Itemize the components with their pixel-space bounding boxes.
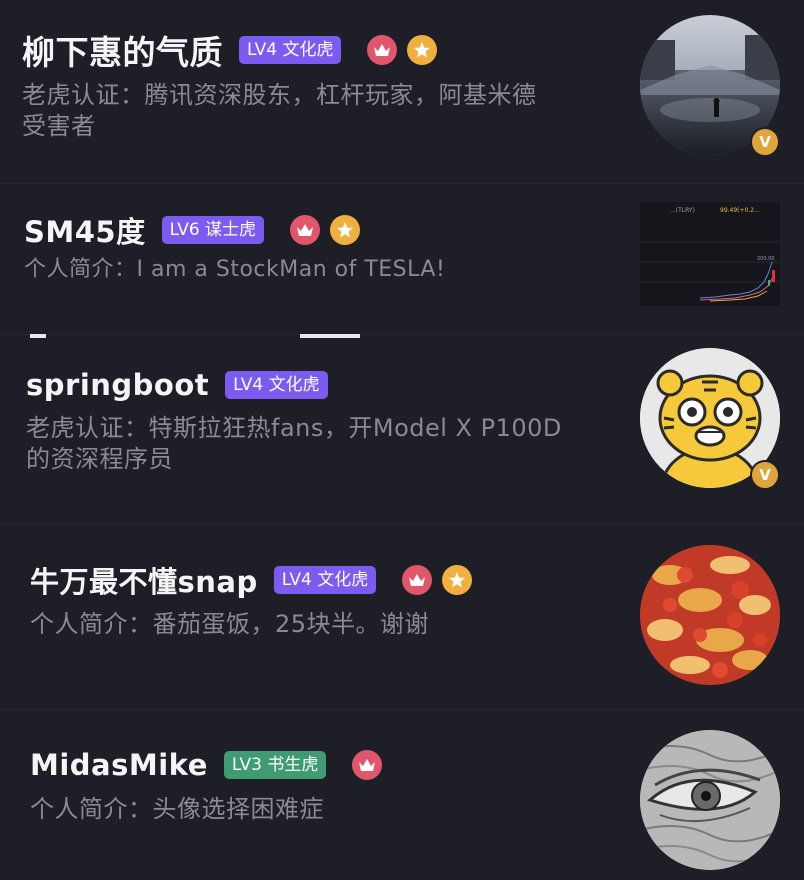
chart-ticker: ...(TLRY): [670, 207, 695, 214]
user-desc: 老虎认证：特斯拉狂热fans，开Model X P100D 的资深程序员: [26, 413, 626, 475]
level-badge: LV6 谋士虎: [161, 216, 265, 244]
avatar[interactable]: [640, 545, 780, 685]
star-icon: [407, 35, 438, 65]
user-name[interactable]: SM45度: [24, 209, 146, 251]
user-desc: 老虎认证：腾讯资深股东，杠杆玩家，阿基米德 受害者: [22, 80, 622, 142]
star-icon: [442, 565, 473, 595]
user-desc: 个人简介：头像选择困难症: [30, 795, 324, 823]
verified-badge: V: [750, 460, 780, 490]
crown-icon: [367, 35, 398, 65]
verified-badge: V: [750, 127, 780, 157]
level-badge: LV3 书生虎: [223, 751, 327, 779]
crown-icon: [290, 215, 321, 245]
user-row-2[interactable]: SM45度 LV6 谋士虎 个人简介：I am a StockMan of TE…: [0, 184, 804, 334]
user-name[interactable]: 柳下惠的气质: [22, 26, 223, 74]
crown-icon: [402, 565, 433, 595]
level-badge: LV4 文化虎: [239, 36, 342, 64]
user-row-5[interactable]: MidasMike LV3 书生虎 个人简介：头像选择困难症: [0, 710, 804, 880]
user-desc-line: 老虎认证：特斯拉狂热fans，开Model X P100D: [26, 414, 562, 442]
user-name[interactable]: MidasMike: [30, 748, 208, 782]
user-name[interactable]: springboot: [26, 368, 209, 402]
level-badge: LV4 文化虎: [273, 566, 377, 594]
user-desc: 个人简介：I am a StockMan of TESLA!: [24, 257, 446, 282]
chart-price: 99.49(+0.2...: [720, 207, 760, 214]
user-desc-line: 受害者: [22, 112, 96, 140]
user-desc: 个人简介：番茄蛋饭，25块半。谢谢: [30, 610, 430, 638]
avatar[interactable]: [640, 730, 780, 870]
user-row-1[interactable]: 柳下惠的气质 LV4 文化虎 老虎认证：腾讯资深股东，杠杆玩家，阿基米德 受害者: [0, 0, 804, 183]
crown-icon: [352, 750, 383, 780]
chart-axis-value: 200.00: [757, 256, 775, 262]
user-desc-line: 老虎认证：腾讯资深股东，杠杆玩家，阿基米德: [22, 81, 537, 109]
user-row-3[interactable]: springboot LV4 文化虎 老虎认证：特斯拉狂热fans，开Model…: [0, 338, 804, 524]
user-row-4[interactable]: 牛万最不懂snap LV4 文化虎 个人简介：番茄蛋饭，25块半。谢谢: [0, 525, 804, 709]
level-badge: LV4 文化虎: [225, 371, 328, 399]
star-icon: [330, 215, 361, 245]
stock-chart-thumbnail[interactable]: ...(TLRY) 99.49(+0.2... 200.00: [640, 202, 780, 306]
user-name[interactable]: 牛万最不懂snap: [30, 559, 258, 601]
user-desc-line: 的资深程序员: [26, 445, 173, 473]
